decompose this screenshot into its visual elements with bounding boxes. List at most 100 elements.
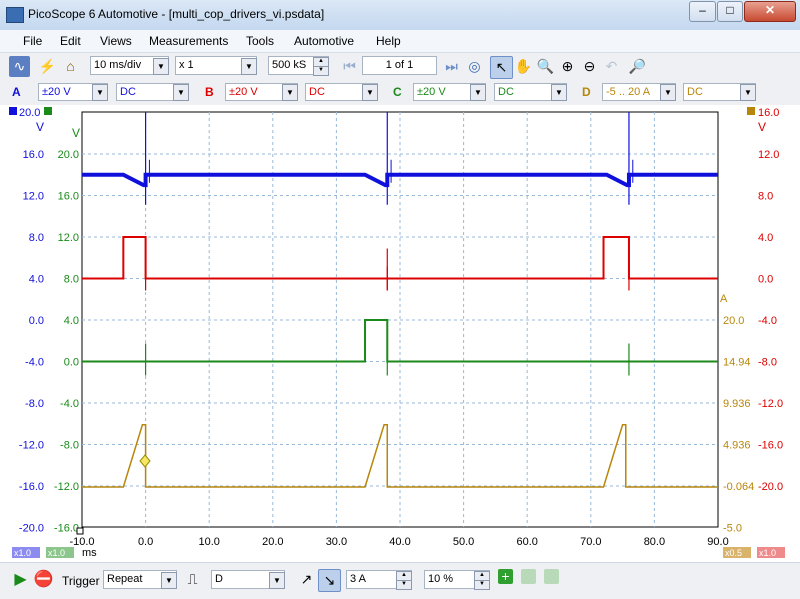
page-indicator[interactable]: 1 of 1 xyxy=(362,56,437,75)
x-tick-label: 60.0 xyxy=(516,536,537,548)
a-tick-label: 4.0 xyxy=(29,274,44,286)
a-tick-label: 0.0 xyxy=(29,315,44,327)
first-page-icon[interactable]: ⏮ xyxy=(339,56,360,77)
menu-measurements[interactable]: Measurements xyxy=(149,34,228,48)
b-tick-label: -20.0 xyxy=(758,481,783,493)
menu-views[interactable]: Views xyxy=(100,34,132,48)
chevron-down-icon[interactable]: ▼ xyxy=(470,84,486,101)
c-tick-label: -12.0 xyxy=(54,481,79,493)
c-tick-label: -8.0 xyxy=(60,440,79,452)
scale-c-text: x1.0 xyxy=(48,548,65,558)
d-tick-label: 4.936 xyxy=(723,440,751,452)
trigger-edge-icon[interactable]: ⎍ xyxy=(182,569,203,590)
x-tick-label: 10.0 xyxy=(198,536,219,548)
b-tick-label: 4.0 xyxy=(758,232,773,244)
menu-help[interactable]: Help xyxy=(376,34,401,48)
d-tick-label: -5.0 xyxy=(723,523,742,535)
chevron-down-icon[interactable]: ▼ xyxy=(241,58,257,75)
minimize-button[interactable]: – xyxy=(689,1,716,22)
c-tick-label: -16.0 xyxy=(54,523,79,535)
compass-icon[interactable]: ◎ xyxy=(464,56,485,77)
ruler-icon[interactable] xyxy=(521,569,536,584)
c-tick-label: 8.0 xyxy=(64,274,79,286)
a-tick-label: -4.0 xyxy=(25,357,44,369)
undo-zoom-icon[interactable]: ↶ xyxy=(601,56,622,77)
spin-down-icon[interactable]: ▼ xyxy=(313,66,329,76)
scope-view[interactable]: -10.0 0.0 10.0 20.0 30.0 40.0 50.0 60.0 70.0 80.0… xyxy=(0,105,800,562)
stop-icon[interactable]: ⛔ xyxy=(33,569,54,590)
a-tick-label: 12.0 xyxy=(23,191,44,203)
scope-mode-icon[interactable]: ∿ xyxy=(9,56,30,77)
axis-c-unit: V xyxy=(72,126,80,140)
ruler-settings-icon[interactable] xyxy=(544,569,559,584)
channel-b-label[interactable]: B xyxy=(205,85,214,99)
zoom-icon[interactable]: 🔍 xyxy=(535,56,556,77)
x-tick-label: 90.0 xyxy=(707,536,728,548)
chevron-down-icon[interactable]: ▼ xyxy=(282,84,298,101)
menu-automotive[interactable]: Automotive xyxy=(294,34,354,48)
axis-a-top: 20.0 xyxy=(19,107,40,119)
d-tick-label: 14.94 xyxy=(723,357,751,369)
axis-d-unit: A xyxy=(720,293,728,305)
x-tick-label: 40.0 xyxy=(389,536,410,548)
a-tick-label: -20.0 xyxy=(19,523,44,535)
d-tick-label: -0.064 xyxy=(723,481,754,493)
close-button[interactable]: ✕ xyxy=(744,1,796,22)
spin-down-icon[interactable]: ▼ xyxy=(396,580,412,590)
a-tick-label: -8.0 xyxy=(25,398,44,410)
b-tick-label: -16.0 xyxy=(758,440,783,452)
menu-file[interactable]: File xyxy=(23,34,42,48)
spin-down-icon[interactable]: ▼ xyxy=(474,580,490,590)
b-tick-label: 12.0 xyxy=(758,149,779,161)
window-title: PicoScope 6 Automotive - [multi_cop_driv… xyxy=(28,7,325,21)
scale-b-text: x1.0 xyxy=(759,548,776,558)
b-tick-label: -8.0 xyxy=(758,357,777,369)
channel-c-label[interactable]: C xyxy=(393,85,402,99)
add-ruler-icon[interactable]: + xyxy=(498,569,513,584)
zoom-in-icon[interactable]: ⊕ xyxy=(557,56,578,77)
zoom-out-icon[interactable]: ⊖ xyxy=(579,56,600,77)
b-tick-label: -4.0 xyxy=(758,315,777,327)
channel-d-label[interactable]: D xyxy=(582,85,591,99)
chevron-down-icon[interactable]: ▼ xyxy=(173,84,189,101)
a-tick-label: 16.0 xyxy=(23,149,44,161)
channel-a-marker xyxy=(9,107,17,115)
channel-a-label[interactable]: A xyxy=(12,85,21,99)
app-icon xyxy=(6,7,24,23)
lightning-icon[interactable]: ⚡ xyxy=(37,56,58,77)
chevron-down-icon[interactable]: ▼ xyxy=(153,58,169,75)
c-tick-label: 20.0 xyxy=(58,149,79,161)
a-tick-label: -16.0 xyxy=(19,481,44,493)
status-bar: ▶ ⛔ Trigger Repeat ▼ ⎍ D ▼ ↗ ↘ 3 A ▲ ▼ 1… xyxy=(0,562,800,599)
maximize-button[interactable]: □ xyxy=(717,1,743,22)
menu-tools[interactable]: Tools xyxy=(246,34,274,48)
zoom-overview-icon[interactable]: 🔎 xyxy=(627,56,648,77)
menu-edit[interactable]: Edit xyxy=(60,34,81,48)
home-icon[interactable]: ⌂ xyxy=(60,56,81,77)
b-tick-label: 0.0 xyxy=(758,274,773,286)
trigger-label: Trigger xyxy=(62,574,100,588)
rising-edge-icon[interactable]: ↗ xyxy=(296,569,317,590)
falling-edge-icon[interactable]: ↘ xyxy=(318,569,341,592)
chevron-down-icon[interactable]: ▼ xyxy=(551,84,567,101)
chevron-down-icon[interactable]: ▼ xyxy=(269,572,285,589)
c-tick-label: 0.0 xyxy=(64,357,79,369)
scope-graph[interactable]: -10.0 0.0 10.0 20.0 30.0 40.0 50.0 60.0 70.0 80.0… xyxy=(0,105,800,562)
run-icon[interactable]: ▶ xyxy=(10,569,31,590)
axis-b-unit: V xyxy=(758,120,766,134)
scale-d-text: x0.5 xyxy=(725,548,742,558)
chevron-down-icon[interactable]: ▼ xyxy=(161,572,177,589)
pointer-icon[interactable]: ↖ xyxy=(490,56,513,79)
c-tick-label: 4.0 xyxy=(64,315,79,327)
hand-icon[interactable]: ✋ xyxy=(513,56,534,77)
chevron-down-icon[interactable]: ▼ xyxy=(92,84,108,101)
next-page-icon[interactable]: ⏭ xyxy=(441,56,462,77)
chevron-down-icon[interactable]: ▼ xyxy=(362,84,378,101)
axis-b-top: 16.0 xyxy=(758,107,779,119)
chevron-down-icon[interactable]: ▼ xyxy=(740,84,756,101)
c-tick-label: 12.0 xyxy=(58,232,79,244)
x-tick-label: 70.0 xyxy=(580,536,601,548)
chevron-down-icon[interactable]: ▼ xyxy=(660,84,676,101)
channel-bar: A ±20 V ▼ DC ▼ B ±20 V ▼ DC ▼ C ±20 V ▼ … xyxy=(0,80,800,106)
d-tick-label: 20.0 xyxy=(723,315,744,327)
